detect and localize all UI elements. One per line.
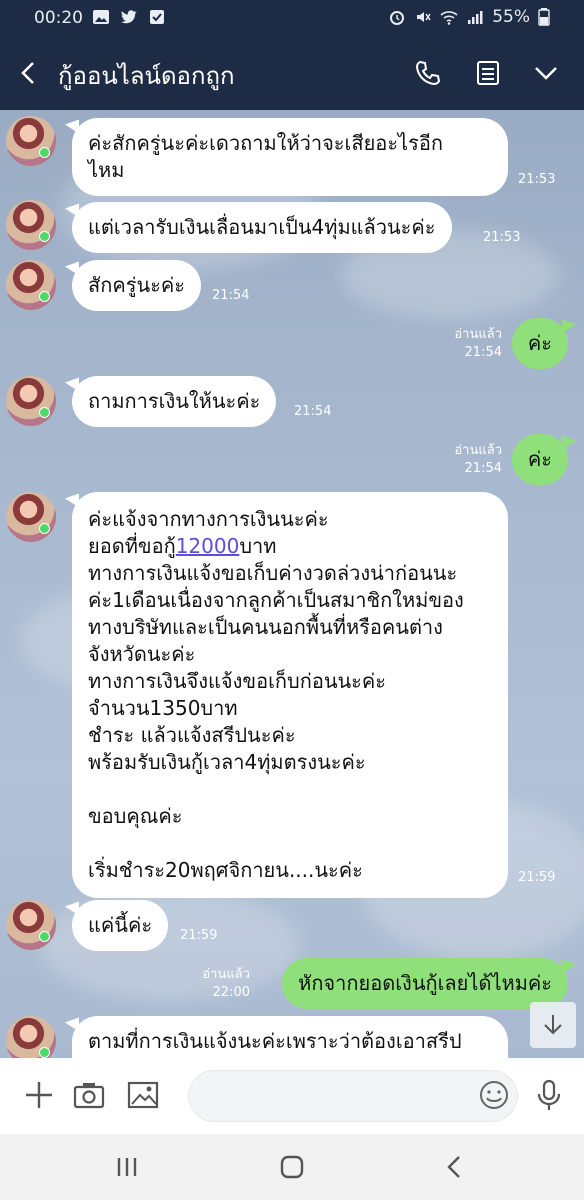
image-icon[interactable] — [126, 1078, 160, 1112]
back-arrow-icon[interactable] — [14, 58, 44, 88]
phone-icon[interactable] — [413, 58, 443, 88]
arrow-down-icon — [544, 1015, 562, 1035]
message-bubble-incoming[interactable]: ตามที่การเงินแจ้งนะค่ะเพราะว่าต้องเอาสรี… — [72, 1016, 508, 1058]
mic-icon[interactable] — [532, 1078, 566, 1112]
avatar[interactable] — [6, 492, 56, 542]
chat-area[interactable]: ค่ะสักครู่นะค่ะเดวถามให้ว่าจะเสียอะไรอีก… — [0, 110, 584, 1058]
message-time: 21:53 — [518, 172, 556, 187]
input-bar — [0, 1058, 584, 1134]
image-icon — [93, 10, 109, 24]
avatar[interactable] — [6, 376, 56, 426]
message-bubble-incoming[interactable]: ค่ะสักครู่นะค่ะเดวถามให้ว่าจะเสียอะไรอีก… — [72, 118, 508, 196]
message-input[interactable] — [188, 1070, 518, 1122]
scroll-to-bottom-button[interactable] — [530, 1002, 576, 1048]
message-bubble-incoming[interactable]: สักครู่นะค่ะ — [72, 260, 201, 311]
message-bubble-outgoing[interactable]: ค่ะ — [511, 434, 568, 485]
amount-link[interactable]: 12000 — [176, 534, 240, 558]
read-receipt: อ่านแล้ว 22:00 — [202, 967, 250, 1000]
avatar[interactable] — [6, 260, 56, 310]
message-time: 21:59 — [518, 870, 556, 885]
plus-icon[interactable] — [22, 1078, 56, 1112]
message-bubble-outgoing[interactable]: ค่ะ — [511, 318, 568, 369]
camera-icon[interactable] — [72, 1078, 106, 1112]
message-time: 21:59 — [180, 928, 218, 943]
chat-header: กู้ออนไลน์ดอกถูก — [0, 36, 584, 110]
mute-icon — [417, 12, 431, 22]
message-bubble-outgoing[interactable]: หักจากยอดเงินกู้เลยได้ไหมค่ะ — [282, 958, 568, 1009]
home-icon[interactable] — [277, 1152, 307, 1182]
message-time: 21:53 — [483, 230, 521, 245]
signal-icon — [468, 11, 483, 24]
battery-percent: 55% — [492, 7, 530, 27]
avatar[interactable] — [6, 1016, 56, 1058]
message-bubble-incoming[interactable]: แค่นี้ค่ะ — [72, 900, 169, 951]
message-bubble-incoming[interactable]: ค่ะแจ้งจากทางการเงินนะค่ะ ยอดที่ขอกู้120… — [72, 492, 508, 898]
clock: 00:20 — [34, 8, 83, 28]
message-time: 21:54 — [294, 404, 332, 419]
avatar[interactable] — [6, 900, 56, 950]
message-bubble-incoming[interactable]: แต่เวลารับเงินเลื่อนมาเป็น4ทุ่มแล้วนะค่ะ — [72, 202, 452, 253]
chat-title: กู้ออนไลน์ดอกถูก — [58, 62, 235, 90]
twitter-icon — [121, 10, 137, 24]
system-nav-bar — [0, 1134, 584, 1200]
wifi-icon — [440, 11, 458, 25]
status-bar: 00:20 55% — [0, 0, 584, 36]
notes-icon[interactable] — [473, 58, 503, 88]
recent-apps-icon[interactable] — [112, 1152, 142, 1182]
avatar[interactable] — [6, 200, 56, 250]
read-receipt: อ่านแล้ว 21:54 — [454, 327, 502, 360]
alarm-icon — [390, 11, 405, 25]
read-receipt: อ่านแล้ว 21:54 — [454, 443, 502, 476]
chevron-down-icon[interactable] — [531, 58, 561, 88]
back-icon[interactable] — [440, 1152, 470, 1182]
message-bubble-incoming[interactable]: ถามการเงินให้นะค่ะ — [72, 376, 277, 427]
emoji-icon[interactable] — [477, 1078, 511, 1112]
check-square-icon — [150, 10, 164, 24]
avatar[interactable] — [6, 116, 56, 166]
battery-icon — [538, 8, 550, 26]
message-time: 21:54 — [212, 288, 250, 303]
